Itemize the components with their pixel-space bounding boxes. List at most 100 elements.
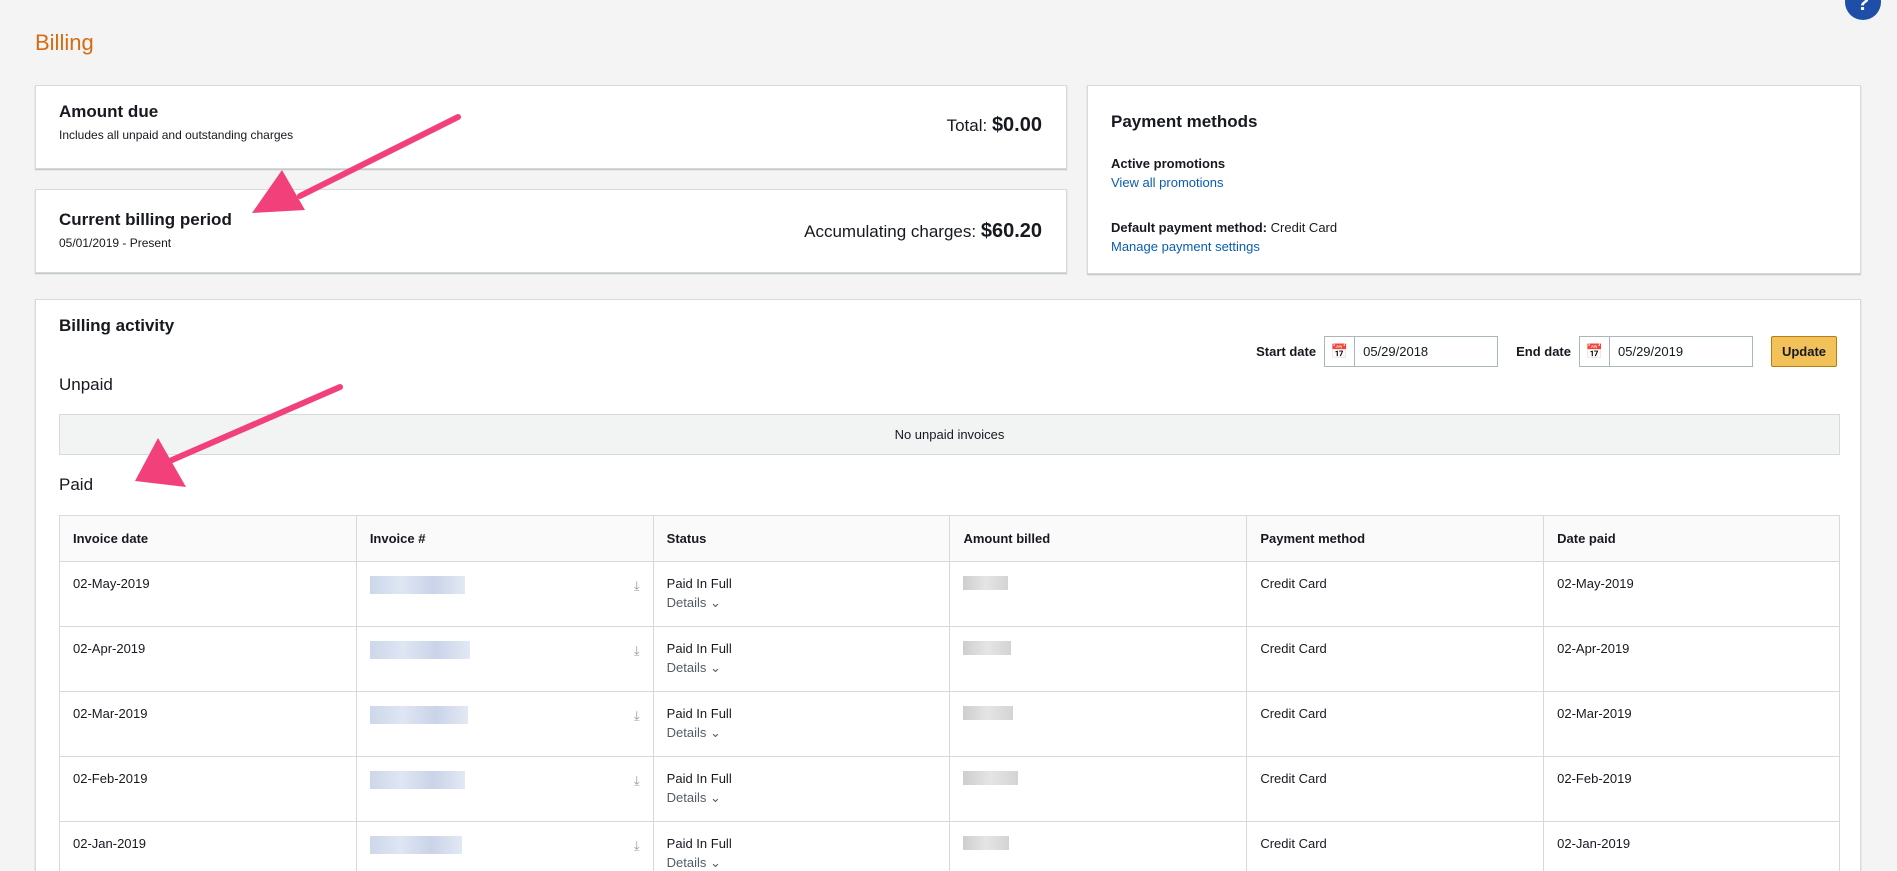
chevron-down-icon[interactable]: ⌄ xyxy=(710,790,721,805)
redacted-invoice-number[interactable] xyxy=(369,641,470,659)
status-text: Paid In Full xyxy=(666,576,732,591)
end-date-input[interactable]: 📅 05/29/2019 xyxy=(1579,336,1753,367)
date-filter: Start date 📅 05/29/2018 End date 📅 05/29… xyxy=(1256,336,1837,367)
payment-methods-card: Payment methods Active promotions View a… xyxy=(1087,85,1861,274)
update-button[interactable]: Update xyxy=(1771,336,1837,367)
date-paid: 02-Jan-2019 xyxy=(1543,821,1840,871)
invoice-number-cell: ⤓ xyxy=(355,561,654,627)
invoice-date: 02-Apr-2019 xyxy=(59,626,357,692)
details-toggle[interactable]: Details ⌄ xyxy=(667,725,937,741)
start-date-input[interactable]: 📅 05/29/2018 xyxy=(1324,336,1499,367)
date-paid: 02-Apr-2019 xyxy=(1543,626,1840,692)
status-text: Paid In Full xyxy=(666,641,732,656)
details-toggle[interactable]: Details ⌄ xyxy=(667,855,937,871)
amount-due-total: Total: $0.00 xyxy=(947,114,1042,137)
date-paid: 02-Feb-2019 xyxy=(1543,756,1840,822)
total-label: Total: xyxy=(946,116,988,135)
download-icon[interactable]: ⤓ xyxy=(634,643,640,659)
details-label[interactable]: Details xyxy=(667,725,707,740)
amount-billed-cell xyxy=(949,626,1248,692)
start-date-label: Start date xyxy=(1256,344,1317,359)
start-date-value[interactable]: 05/29/2018 xyxy=(1355,344,1428,359)
details-label[interactable]: Details xyxy=(667,855,707,870)
chevron-down-icon[interactable]: ⌄ xyxy=(710,855,721,870)
status-cell: Paid In Full Details ⌄ xyxy=(652,561,951,627)
calendar-icon[interactable]: 📅 xyxy=(1325,337,1356,366)
redacted-amount xyxy=(963,706,1014,720)
redacted-amount xyxy=(963,576,1009,590)
column-header[interactable]: Payment method xyxy=(1246,515,1545,562)
invoice-number-cell: ⤓ xyxy=(355,691,654,757)
amount-billed-cell xyxy=(949,821,1248,871)
help-icon[interactable]: ? xyxy=(1845,0,1881,20)
amount-due-subtitle: Includes all unpaid and outstanding char… xyxy=(59,128,294,142)
amount-billed-cell xyxy=(949,691,1248,757)
details-toggle[interactable]: Details ⌄ xyxy=(667,660,937,676)
payment-method: Credit Card xyxy=(1246,561,1545,627)
invoice-number-cell: ⤓ xyxy=(355,626,654,692)
payment-method: Credit Card xyxy=(1246,691,1545,757)
status-cell: Paid In Full Details ⌄ xyxy=(652,821,951,871)
unpaid-heading: Unpaid xyxy=(59,375,113,394)
total-value: $0.00 xyxy=(991,114,1042,136)
payment-method: Credit Card xyxy=(1246,626,1545,692)
column-header[interactable]: Date paid xyxy=(1543,515,1840,562)
details-label[interactable]: Details xyxy=(667,595,707,610)
column-header[interactable]: Status xyxy=(652,515,951,562)
date-paid: 02-May-2019 xyxy=(1543,561,1840,627)
download-icon[interactable]: ⤓ xyxy=(634,708,640,724)
default-payment-value: Credit Card xyxy=(1270,220,1338,235)
details-toggle[interactable]: Details ⌄ xyxy=(667,790,937,806)
end-date-value[interactable]: 05/29/2019 xyxy=(1610,344,1683,359)
amount-billed-cell xyxy=(949,561,1248,627)
column-header[interactable]: Invoice date xyxy=(59,515,357,562)
default-payment-method: Default payment method: Credit Card xyxy=(1111,220,1837,235)
chevron-down-icon[interactable]: ⌄ xyxy=(710,725,721,740)
download-icon[interactable]: ⤓ xyxy=(634,838,640,854)
view-all-promotions-link[interactable]: View all promotions xyxy=(1111,175,1837,190)
active-promotions-label: Active promotions xyxy=(1111,156,1226,171)
column-header[interactable]: Invoice # xyxy=(355,515,654,562)
status-cell: Paid In Full Details ⌄ xyxy=(652,756,951,822)
chevron-down-icon[interactable]: ⌄ xyxy=(710,660,721,675)
redacted-invoice-number[interactable] xyxy=(369,836,462,854)
date-paid: 02-Mar-2019 xyxy=(1543,691,1840,757)
details-toggle[interactable]: Details ⌄ xyxy=(667,595,937,611)
invoice-date: 02-Jan-2019 xyxy=(59,821,357,871)
amount-due-card: Amount due Includes all unpaid and outst… xyxy=(35,85,1067,169)
billing-period-card: Current billing period 05/01/2019 - Pres… xyxy=(35,189,1067,273)
status-text: Paid In Full xyxy=(666,836,732,851)
details-label[interactable]: Details xyxy=(667,660,707,675)
status-text: Paid In Full xyxy=(666,771,732,786)
redacted-invoice-number[interactable] xyxy=(369,706,468,724)
page-title: Billing xyxy=(35,30,94,55)
accumulating-charges: Accumulating charges: $60.20 xyxy=(804,220,1042,243)
table-row: 02-Mar-2019 ⤓ Paid In Full Details ⌄ Cred… xyxy=(59,691,1840,757)
manage-payment-settings-link[interactable]: Manage payment settings xyxy=(1111,239,1837,254)
billing-activity-title: Billing activity xyxy=(59,316,175,335)
column-header[interactable]: Amount billed xyxy=(949,515,1248,562)
payment-methods-title: Payment methods xyxy=(1111,112,1258,131)
chevron-down-icon[interactable]: ⌄ xyxy=(710,595,721,610)
charges-label: Accumulating charges: xyxy=(804,222,977,241)
paid-invoices-table: Invoice date Invoice # Status Amount bil… xyxy=(59,515,1840,871)
billing-activity-card: Billing activity Start date 📅 05/29/2018… xyxy=(35,299,1861,871)
no-unpaid-invoices: No unpaid invoices xyxy=(59,414,1840,455)
invoice-number-cell: ⤓ xyxy=(355,821,654,871)
status-cell: Paid In Full Details ⌄ xyxy=(652,691,951,757)
status-text: Paid In Full xyxy=(666,706,732,721)
amount-billed-cell xyxy=(949,756,1248,822)
redacted-invoice-number[interactable] xyxy=(369,576,465,594)
table-row: 02-Apr-2019 ⤓ Paid In Full Details ⌄ Cred… xyxy=(59,626,1840,692)
calendar-icon[interactable]: 📅 xyxy=(1580,337,1610,366)
redacted-invoice-number[interactable] xyxy=(369,771,465,789)
download-icon[interactable]: ⤓ xyxy=(634,773,640,789)
details-label[interactable]: Details xyxy=(667,790,707,805)
invoice-date: 02-Feb-2019 xyxy=(59,756,357,822)
paid-heading: Paid xyxy=(59,475,94,494)
download-icon[interactable]: ⤓ xyxy=(634,578,640,594)
payment-method: Credit Card xyxy=(1246,756,1545,822)
charges-value: $60.20 xyxy=(980,220,1042,242)
redacted-amount xyxy=(963,641,1012,655)
table-row: 02-May-2019 ⤓ Paid In Full Details ⌄ Cred… xyxy=(59,561,1840,627)
